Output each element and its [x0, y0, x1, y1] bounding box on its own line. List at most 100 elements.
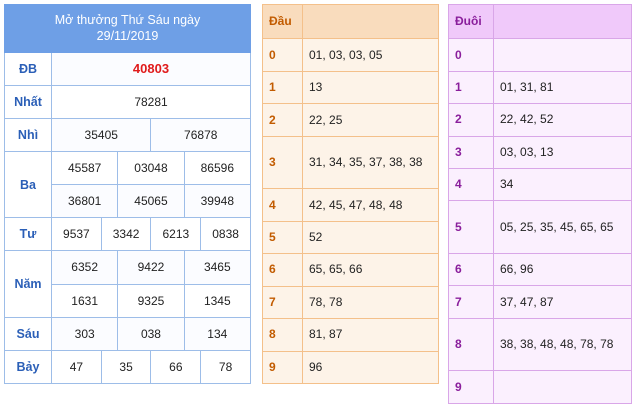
tail-values [493, 38, 632, 72]
head-row-1: 1 13 [262, 70, 439, 105]
tail-num: 1 [448, 70, 494, 105]
prize-value-ba-1: 45587 [50, 150, 119, 186]
head-row-3: 3 31, 34, 35, 37, 38, 38 [262, 135, 439, 190]
prize-row-sau: Sáu 303 038 134 [4, 316, 252, 351]
head-table-header: Đầu [262, 3, 303, 40]
prize-value-ba-3: 86596 [183, 150, 252, 186]
tail-num: 3 [448, 135, 494, 169]
head-num: 7 [262, 285, 303, 320]
prize-row-nhat: Nhất 78281 [4, 84, 251, 119]
head-values: 52 [302, 220, 439, 255]
results-title-date: 29/11/2019 [96, 29, 159, 44]
tail-row-0: 0 [448, 38, 632, 72]
tail-row-1: 1 01, 31, 81 [448, 70, 632, 105]
results-title-line1: Mở thưởng Thứ Sáu ngày [54, 13, 201, 28]
tail-row-2: 2 22, 42, 52 [448, 103, 632, 137]
tail-num: 4 [448, 167, 494, 202]
tail-values: 03, 03, 13 [493, 135, 632, 169]
tail-values: 01, 31, 81 [493, 70, 632, 105]
tail-values: 05, 25, 35, 45, 65, 65 [493, 200, 632, 255]
tail-num: 0 [448, 38, 494, 72]
prize-label-nhi: Nhì [4, 117, 52, 153]
prize-value-nhat: 78281 [51, 84, 251, 119]
prize-value-nam-1: 6352 [50, 250, 119, 285]
prize-value-nam-3: 3465 [183, 250, 252, 285]
prize-value-tu-2: 3342 [100, 217, 152, 252]
prize-value-sau-1: 303 [50, 316, 119, 351]
prize-value-bay-4: 78 [200, 349, 251, 385]
prize-value-tu-4: 0838 [200, 217, 251, 252]
prize-value-nam-5: 9325 [117, 283, 185, 318]
tail-values: 66, 96 [493, 253, 632, 287]
tail-row-5: 5 05, 25, 35, 45, 65, 65 [448, 200, 632, 255]
tail-row-3: 3 03, 03, 13 [448, 135, 632, 169]
prize-value-bay-1: 47 [51, 349, 102, 385]
head-num: 0 [262, 38, 303, 72]
results-table: Mở thưởng Thứ Sáu ngày 29/11/2019 ĐB 408… [4, 4, 252, 385]
prize-label-sau: Sáu [4, 316, 52, 351]
tail-num: 7 [448, 285, 494, 319]
prize-value-ba-5: 45065 [117, 184, 185, 219]
head-table-header-blank [302, 3, 439, 40]
head-values: 42, 45, 47, 48, 48 [302, 188, 439, 222]
head-values: 81, 87 [302, 318, 439, 352]
tail-table: Đuôi 0 1 01, 31, 81 2 22, 42, 52 3 03, 0… [448, 3, 632, 404]
prize-row-db: ĐB 40803 [4, 51, 251, 86]
prize-row-tu: Tư 9537 3342 6213 0838 [4, 217, 251, 252]
prize-label-nam: Năm [4, 250, 52, 318]
results-title: Mở thưởng Thứ Sáu ngày 29/11/2019 [4, 4, 251, 53]
head-values: 22, 25 [302, 103, 439, 137]
tail-row-9: 9 [448, 370, 632, 404]
head-values: 65, 65, 66 [302, 253, 439, 287]
tail-values [493, 370, 632, 404]
head-row-4: 4 42, 45, 47, 48, 48 [262, 188, 439, 222]
head-row-5: 5 52 [262, 220, 439, 255]
head-num: 5 [262, 220, 303, 255]
head-row-7: 7 78, 78 [262, 285, 439, 320]
tail-num: 9 [448, 370, 494, 404]
head-num: 6 [262, 253, 303, 287]
prize-label-bay: Bảy [4, 349, 52, 385]
tail-table-header-blank [493, 3, 632, 40]
prize-label-db: ĐB [4, 51, 52, 86]
head-table-header-row: Đầu [262, 3, 439, 40]
tail-row-6: 6 66, 96 [448, 253, 632, 287]
tail-values: 34 [493, 167, 632, 202]
prize-value-nam-6: 1345 [183, 283, 252, 318]
tail-num: 6 [448, 253, 494, 287]
head-values: 96 [302, 350, 439, 385]
prize-value-sau-3: 134 [183, 316, 252, 351]
prize-value-ba-6: 39948 [183, 184, 252, 219]
prize-value-nam-2: 9422 [117, 250, 185, 285]
head-num: 8 [262, 318, 303, 352]
head-values: 31, 34, 35, 37, 38, 38 [302, 135, 439, 190]
head-table: Đầu 0 01, 03, 03, 05 1 13 2 22, 25 3 31,… [262, 3, 439, 385]
prize-row-bay: Bảy 47 35 66 78 [4, 349, 251, 385]
prize-row-ba-1: Ba 45587 03048 86596 [4, 150, 252, 219]
prize-value-nhi-2: 76878 [150, 117, 251, 153]
head-num: 3 [262, 135, 303, 190]
prize-value-bay-3: 66 [150, 349, 202, 385]
head-num: 9 [262, 350, 303, 385]
prize-value-ba-2: 03048 [117, 150, 185, 186]
tail-table-header-row: Đuôi [448, 3, 632, 40]
tail-values: 38, 38, 48, 48, 78, 78 [493, 317, 632, 372]
tail-values: 22, 42, 52 [493, 103, 632, 137]
tail-row-8: 8 38, 38, 48, 48, 78, 78 [448, 317, 632, 372]
prize-value-tu-1: 9537 [51, 217, 102, 252]
head-values: 01, 03, 03, 05 [302, 38, 439, 72]
head-row-0: 0 01, 03, 03, 05 [262, 38, 439, 72]
tail-num: 5 [448, 200, 494, 255]
prize-value-bay-2: 35 [100, 349, 152, 385]
prize-value-sau-2: 038 [117, 316, 185, 351]
tail-num: 8 [448, 317, 494, 372]
prize-value-ba-4: 36801 [50, 184, 119, 219]
head-row-9: 9 96 [262, 350, 439, 385]
head-row-6: 6 65, 65, 66 [262, 253, 439, 287]
head-num: 2 [262, 103, 303, 137]
prize-label-ba: Ba [4, 150, 52, 219]
tail-values: 37, 47, 87 [493, 285, 632, 319]
prize-row-nhi: Nhì 35405 76878 [4, 117, 251, 153]
prize-value-nam-4: 1631 [50, 283, 119, 318]
head-values: 78, 78 [302, 285, 439, 320]
